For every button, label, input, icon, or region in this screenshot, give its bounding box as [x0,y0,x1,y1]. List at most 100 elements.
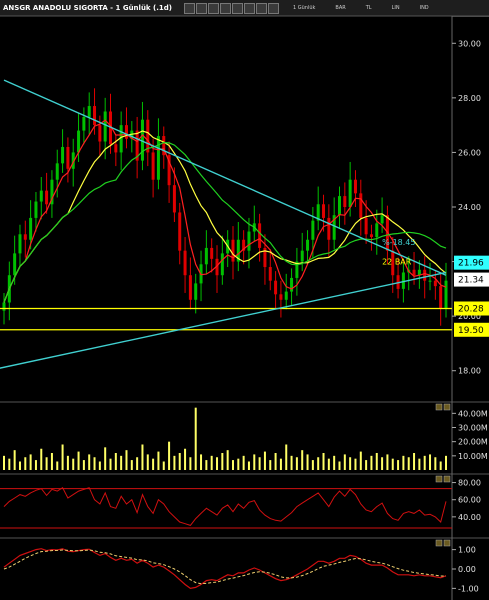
volume-bar [258,457,261,470]
volume-bar [295,457,298,470]
volume-bar [311,460,314,470]
volume-bar [120,455,123,470]
volume-bar [56,461,59,470]
candle-body [55,163,59,180]
volume-bar [317,457,320,470]
candle-body [353,179,357,194]
axis-tick-label: 10.00M [458,452,488,461]
volume-bar [402,455,405,470]
volume-bar [365,460,368,470]
candle-body [439,286,443,308]
volume-bar [391,458,394,470]
panel-settings-icon[interactable] [435,475,443,483]
volume-bar [306,454,309,470]
axis-tick-label: 24.00 [458,203,481,212]
axis-tick-label: 40.00 [458,513,481,522]
panel-close-icon[interactable] [443,539,451,547]
volume-bar [375,453,378,470]
volume-bar [50,453,53,470]
stock-chart[interactable]: 30.0028.0026.0024.0022.0020.0018.00%-18.… [0,0,489,600]
candle-body [29,217,33,240]
panel-close-icon[interactable] [443,403,451,411]
volume-bar [413,453,416,470]
volume-bar [98,461,101,470]
volume-bar [290,455,293,470]
axis-tick-label: 20.00M [458,438,488,447]
volume-bar [194,407,197,470]
volume-bar [205,460,208,470]
volume-bar [338,461,341,470]
candle-body [337,196,341,216]
volume-bar [29,454,32,470]
volume-bar [237,458,240,470]
volume-bar [386,454,389,470]
candle-body [156,136,160,180]
volume-bar [221,453,224,470]
volume-bar [125,450,128,470]
axis-tick-label: 26.00 [458,148,481,157]
volume-bar [40,448,43,470]
volume-bar [370,455,373,470]
volume-bar [434,457,437,470]
panel-close-icon[interactable] [443,475,451,483]
candle-body [124,125,128,139]
candle-body [300,250,304,262]
candle-body [290,277,294,292]
volume-bar [381,457,384,470]
volume-bar [327,458,330,470]
axis-tick-label: 40.00M [458,409,488,418]
candle-body [34,201,38,218]
price-tag-label: 19.50 [458,326,484,336]
candle-body [369,234,373,238]
volume-bar [157,451,160,470]
volume-bar [168,441,171,470]
volume-bar [216,457,219,470]
volume-bar [109,458,112,470]
panel-settings-icon[interactable] [435,403,443,411]
candle-body [327,217,331,240]
volume-bar [141,444,144,470]
candle-body [284,291,288,300]
volume-bar [349,457,352,470]
candle-body [18,234,22,254]
volume-bar [88,454,91,470]
candle-body [23,234,27,240]
panel-price [0,16,452,398]
volume-bar [247,461,250,470]
volume-bar [242,455,245,470]
volume-bar [104,447,107,470]
volume-bar [343,454,346,470]
candle-body [82,116,86,131]
candle-body [98,125,102,142]
volume-bar [354,458,357,470]
price-tag-label: 20.28 [458,305,484,315]
axis-tick-label: 18.00 [458,367,481,376]
volume-bar [72,458,75,470]
volume-bar [24,457,27,470]
chart-annotation: 22 BAR [382,257,412,266]
price-tag-label: 21.96 [458,259,484,269]
panel-settings-icon[interactable] [435,539,443,547]
axis-tick-label: 1.00 [458,546,476,555]
candle-body [444,280,448,308]
axis-tick-label: -1.00 [458,584,479,593]
volume-bar [82,460,85,470]
candle-body [45,190,49,205]
candle-body [87,106,91,117]
candle-body [151,152,155,180]
candle-body [306,239,310,251]
candle-body [61,146,65,164]
volume-bar [274,453,277,470]
volume-bar [322,453,325,470]
volume-bar [445,455,447,470]
price-tag-label: 21.34 [458,276,484,286]
volume-bar [18,461,21,470]
candle-body [114,144,118,153]
volume-bar [136,457,139,470]
volume-bar [77,451,80,470]
volume-bar [200,454,203,470]
candle-body [423,269,427,281]
volume-bar [8,458,11,470]
volume-bar [173,455,176,470]
volume-bar [146,454,149,470]
